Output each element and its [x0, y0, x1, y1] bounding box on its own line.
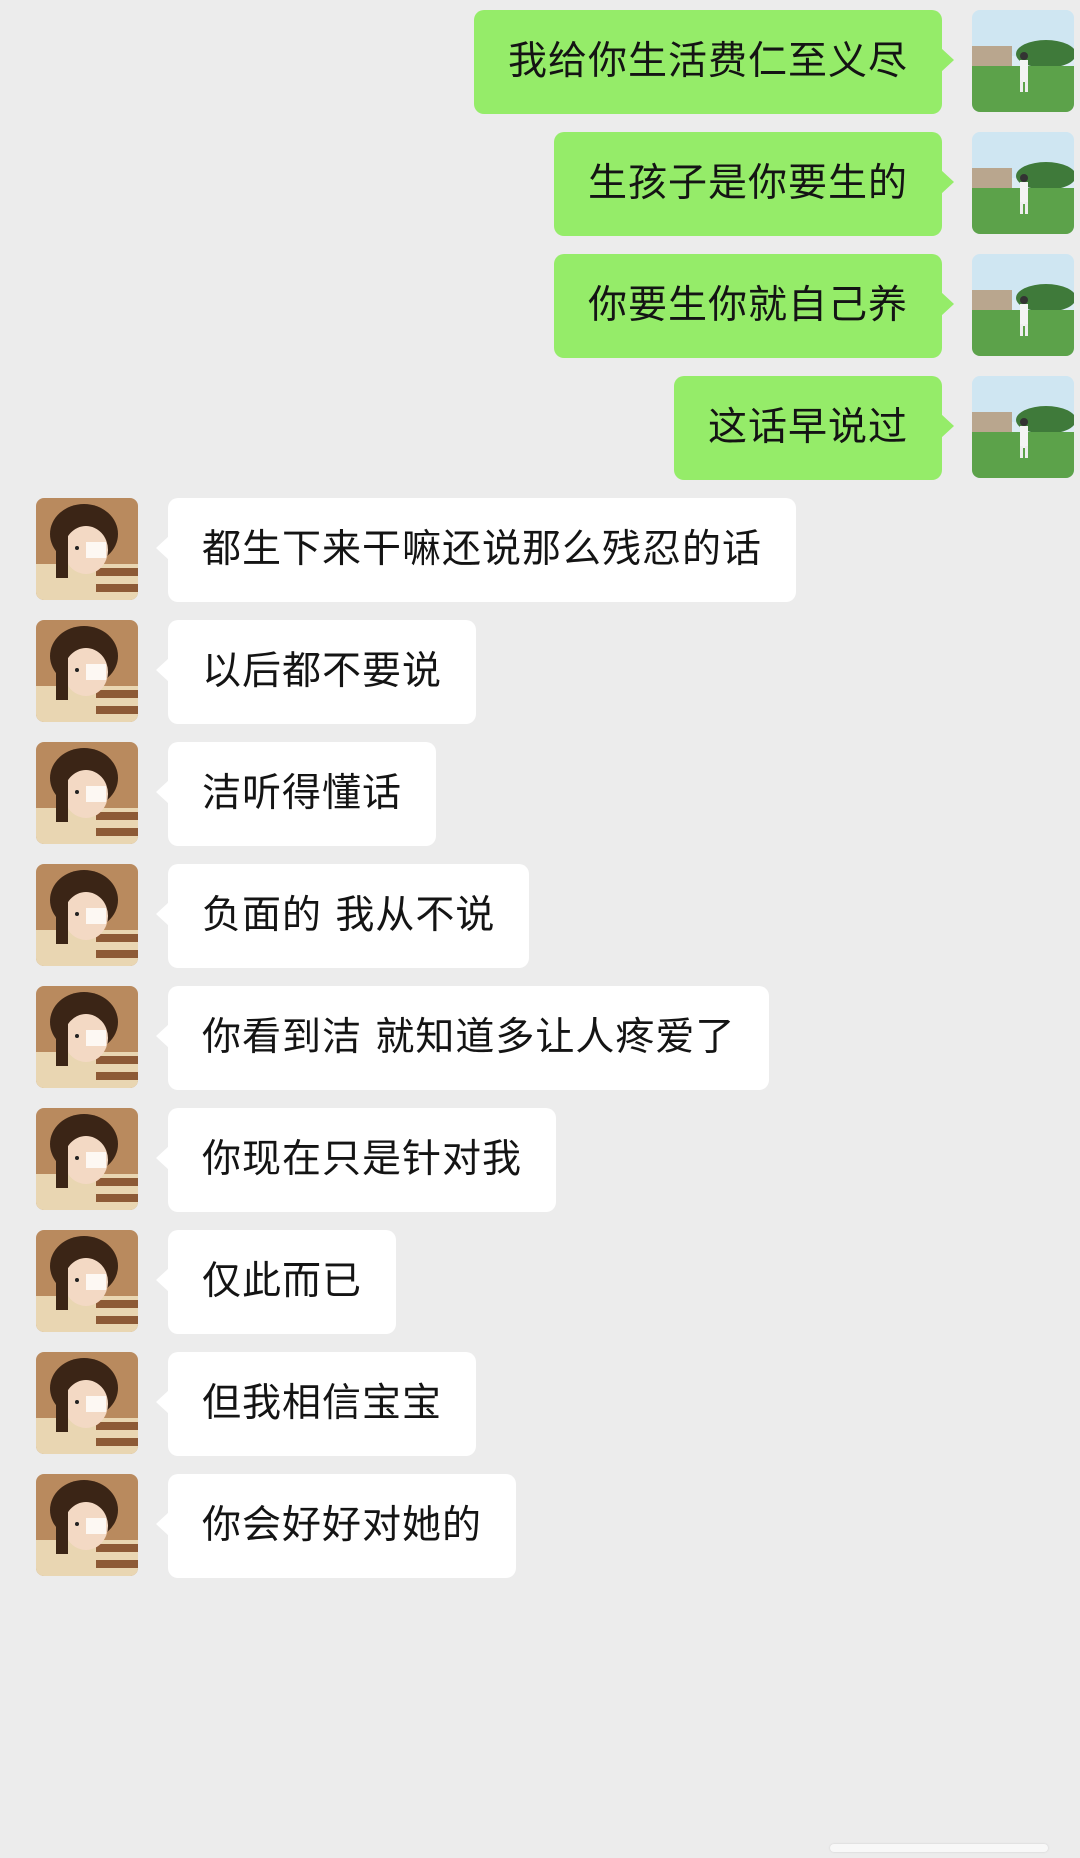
home-indicator[interactable]	[830, 1844, 1048, 1852]
message-bubble[interactable]: 我给你生活费仁至义尽	[473, 10, 955, 114]
message-bubble[interactable]: 这话早说过	[673, 376, 955, 480]
contact-avatar-icon[interactable]	[36, 1230, 138, 1332]
message-bubble[interactable]: 都生下来干嘛还说那么残忍的话	[155, 498, 797, 602]
message-bubble[interactable]: 你会好好对她的	[155, 1474, 517, 1578]
outgoing-message: 你要生你就自己养	[0, 254, 1080, 358]
outgoing-message: 这话早说过	[0, 376, 1080, 480]
incoming-message: 你看到洁 就知道多让人疼爱了	[0, 986, 1080, 1090]
message-bubble[interactable]: 以后都不要说	[155, 620, 477, 724]
message-bubble[interactable]: 洁听得懂话	[155, 742, 437, 846]
message-bubble[interactable]: 你要生你就自己养	[553, 254, 955, 358]
message-bubble[interactable]: 仅此而已	[155, 1230, 397, 1334]
incoming-message: 以后都不要说	[0, 620, 1080, 724]
self-avatar-icon[interactable]	[972, 376, 1074, 478]
message-bubble[interactable]: 你看到洁 就知道多让人疼爱了	[155, 986, 770, 1090]
chat-message-list[interactable]: 我给你生活费仁至义尽 生孩子是你要生的 你要生你就自己养 这话早说过 都生下来干…	[0, 0, 1080, 1858]
self-avatar-icon[interactable]	[972, 254, 1074, 356]
incoming-message: 仅此而已	[0, 1230, 1080, 1334]
message-bubble[interactable]: 你现在只是针对我	[155, 1108, 557, 1212]
incoming-message: 你会好好对她的	[0, 1474, 1080, 1578]
message-bubble[interactable]: 但我相信宝宝	[155, 1352, 477, 1456]
outgoing-message: 我给你生活费仁至义尽	[0, 10, 1080, 114]
contact-avatar-icon[interactable]	[36, 1474, 138, 1576]
outgoing-message: 生孩子是你要生的	[0, 132, 1080, 236]
incoming-message: 都生下来干嘛还说那么残忍的话	[0, 498, 1080, 602]
contact-avatar-icon[interactable]	[36, 986, 138, 1088]
contact-avatar-icon[interactable]	[36, 1352, 138, 1454]
contact-avatar-icon[interactable]	[36, 864, 138, 966]
contact-avatar-icon[interactable]	[36, 1108, 138, 1210]
contact-avatar-icon[interactable]	[36, 620, 138, 722]
incoming-message: 负面的 我从不说	[0, 864, 1080, 968]
message-bubble[interactable]: 负面的 我从不说	[155, 864, 530, 968]
incoming-message: 你现在只是针对我	[0, 1108, 1080, 1212]
incoming-message: 但我相信宝宝	[0, 1352, 1080, 1456]
self-avatar-icon[interactable]	[972, 10, 1074, 112]
contact-avatar-icon[interactable]	[36, 742, 138, 844]
self-avatar-icon[interactable]	[972, 132, 1074, 234]
contact-avatar-icon[interactable]	[36, 498, 138, 600]
message-bubble[interactable]: 生孩子是你要生的	[553, 132, 955, 236]
incoming-message: 洁听得懂话	[0, 742, 1080, 846]
